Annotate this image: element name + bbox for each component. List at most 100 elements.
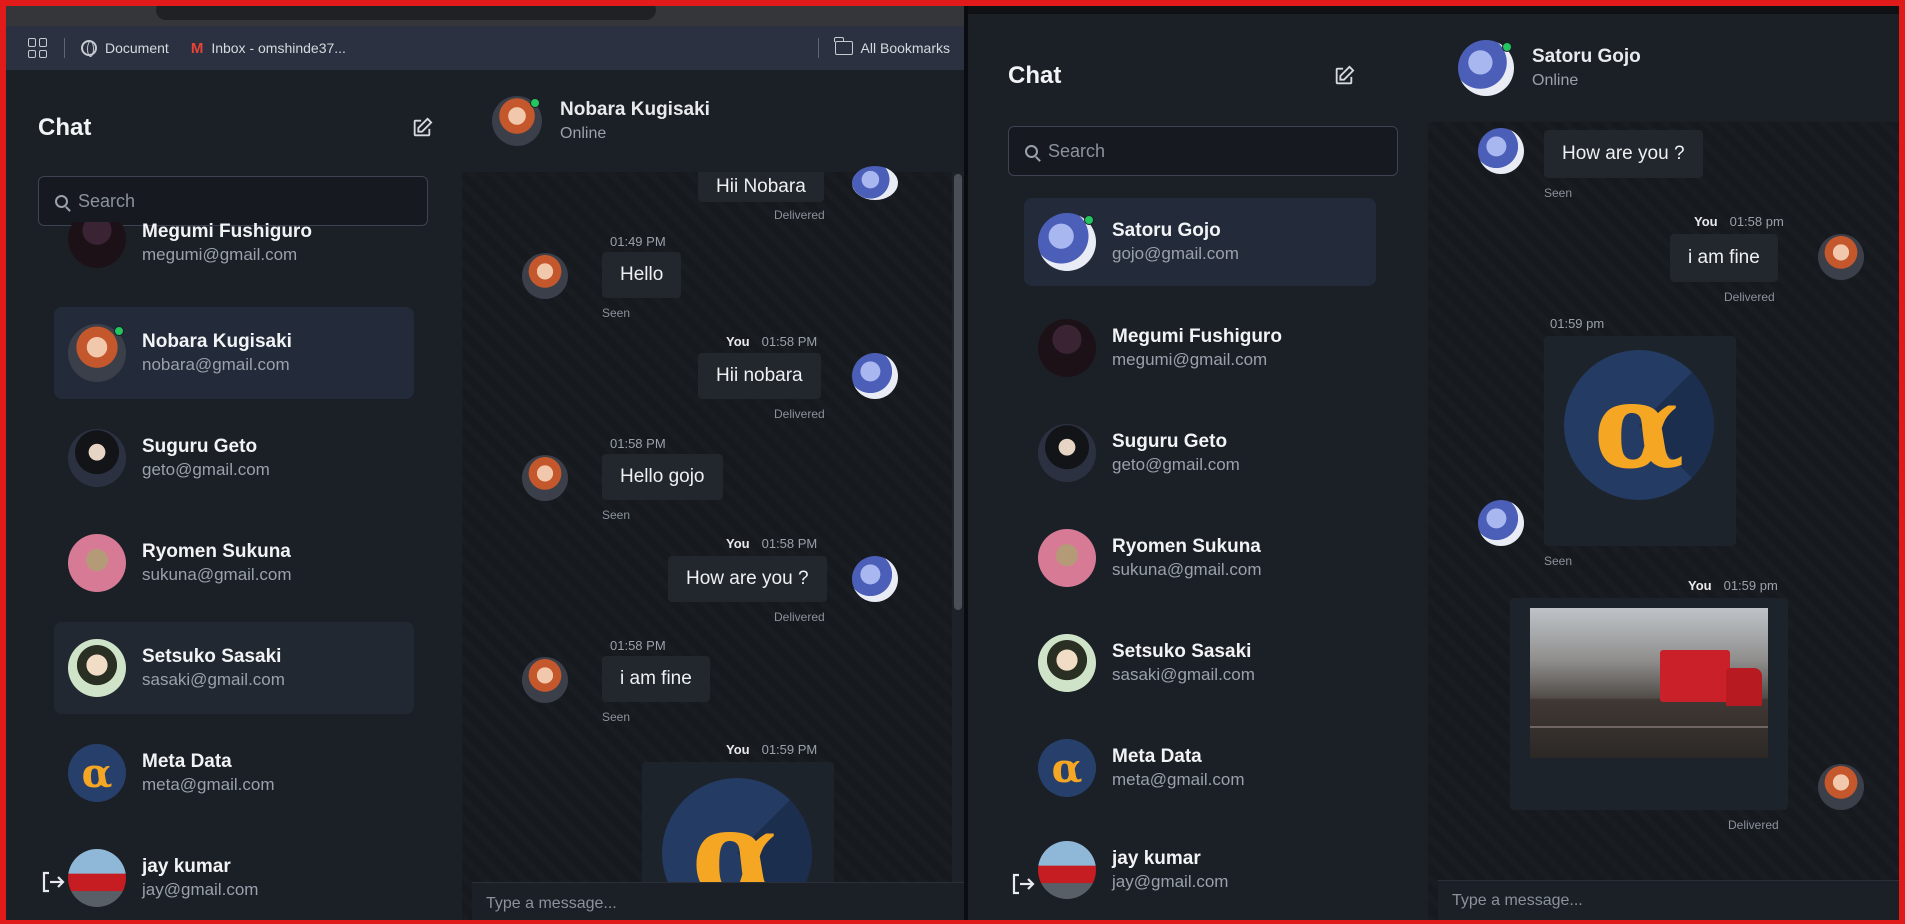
logout-icon[interactable] xyxy=(40,870,66,894)
received-message-bubble: How are you ? xyxy=(1544,130,1703,178)
message-time: 01:58 PM xyxy=(761,334,818,349)
contact-name: Ryomen Sukuna xyxy=(142,540,291,562)
contact-email: geto@gmail.com xyxy=(142,460,270,480)
message-meta: You 01:59 PM xyxy=(726,742,817,757)
bookmark-inbox[interactable]: M Inbox - omshinde37... xyxy=(191,40,346,57)
search-input[interactable]: Search xyxy=(1008,126,1398,176)
search-placeholder: Search xyxy=(78,190,136,211)
avatar xyxy=(68,534,126,592)
sidebar-title: Chat xyxy=(38,114,92,141)
contact-item-sasaki[interactable]: Setsuko Sasaki sasaki@gmail.com xyxy=(1024,619,1376,707)
search-input[interactable]: Search xyxy=(38,176,428,226)
message-sender: You xyxy=(1688,578,1712,593)
avatar xyxy=(1038,841,1096,899)
sidebar-title: Chat xyxy=(1008,62,1062,89)
globe-icon xyxy=(81,40,97,57)
message-input[interactable]: Type a message... xyxy=(1438,880,1899,920)
message-sender: You xyxy=(1694,214,1718,229)
contact-email: sukuna@gmail.com xyxy=(1112,560,1262,580)
chat-header: Nobara Kugisaki Online xyxy=(462,70,964,172)
message-receipt: Delivered xyxy=(1724,290,1775,304)
message-text: How are you ? xyxy=(686,568,809,589)
compose-icon[interactable] xyxy=(411,117,433,139)
alpha-logo-image: α xyxy=(1564,350,1714,500)
apps-grid-icon[interactable] xyxy=(28,38,48,58)
message-receipt: Delivered xyxy=(774,610,825,624)
contact-item-megumi[interactable]: Megumi Fushiguro megumi@gmail.com xyxy=(1024,304,1376,392)
message-sender: You xyxy=(726,742,750,757)
message-receipt: Seen xyxy=(602,508,631,522)
message-input[interactable]: Type a message... xyxy=(472,882,964,920)
contact-email: megumi@gmail.com xyxy=(142,245,298,265)
message-time: 01:59 PM xyxy=(761,742,818,757)
contact-name: Ryomen Sukuna xyxy=(1112,535,1261,557)
contact-email: megumi@gmail.com xyxy=(1112,350,1268,370)
contact-item-gojo[interactable]: Satoru Gojo gojo@gmail.com xyxy=(1024,198,1376,286)
header-status: Online xyxy=(560,125,607,143)
screen: Document M Inbox - omshinde37... All Boo… xyxy=(6,6,1899,920)
message-time: 01:59 pm xyxy=(1723,578,1778,593)
message-time: 01:58 pm xyxy=(1729,214,1784,229)
all-bookmarks-label: All Bookmarks xyxy=(860,40,950,56)
contact-item-geto[interactable]: Suguru Geto geto@gmail.com xyxy=(54,412,414,504)
message-receipt: Delivered xyxy=(774,208,825,222)
alpha-logo-icon: α xyxy=(1038,739,1096,797)
message-meta: You 01:58 PM xyxy=(726,536,817,551)
message-receipt: Seen xyxy=(1544,554,1573,568)
image-message[interactable]: α xyxy=(642,762,834,920)
contact-item-sukuna[interactable]: Ryomen Sukuna sukuna@gmail.com xyxy=(1024,514,1376,602)
avatar xyxy=(68,429,126,487)
contact-email: meta@gmail.com xyxy=(1112,770,1245,790)
contact-item-megumi[interactable]: Megumi Fushiguro megumi@gmail.com xyxy=(54,222,414,278)
message-text: i am fine xyxy=(1688,247,1760,268)
contact-item-nobara[interactable]: Nobara Kugisaki nobara@gmail.com xyxy=(54,307,414,399)
scrollbar-thumb[interactable] xyxy=(954,174,962,610)
avatar xyxy=(1038,213,1096,271)
message-time: 01:59 pm xyxy=(1550,316,1605,331)
truck-photo xyxy=(1530,608,1768,758)
sender-avatar xyxy=(522,253,568,299)
message-text: Hello xyxy=(620,264,664,285)
compose-icon[interactable] xyxy=(1333,65,1355,87)
sent-message-bubble: How are you ? xyxy=(668,556,827,602)
contact-name: Nobara Kugisaki xyxy=(142,330,292,352)
logout-icon[interactable] xyxy=(1010,872,1036,896)
search-icon xyxy=(1025,144,1038,158)
contact-item-meta[interactable]: α Meta Data meta@gmail.com xyxy=(54,727,414,819)
address-bar[interactable] xyxy=(156,6,656,20)
contact-name: Megumi Fushiguro xyxy=(1112,325,1282,347)
right-browser-window: Chat Search Satoru Gojo gojo@gmail.com M… xyxy=(968,6,1899,920)
image-message[interactable]: α xyxy=(1544,336,1736,546)
chat-sidebar: Chat Search Satoru Gojo gojo@gmail.com M… xyxy=(968,14,1398,920)
message-input-placeholder: Type a message... xyxy=(1452,891,1583,909)
contact-item-jay[interactable]: jay kumar jay@gmail.com xyxy=(54,832,414,920)
avatar xyxy=(68,849,126,907)
message-sender: You xyxy=(726,536,750,551)
contact-item-geto[interactable]: Suguru Geto geto@gmail.com xyxy=(1024,409,1376,497)
contact-item-jay[interactable]: jay kumar jay@gmail.com xyxy=(1024,826,1376,914)
header-contact-name: Nobara Kugisaki xyxy=(560,99,710,121)
all-bookmarks-button[interactable]: All Bookmarks xyxy=(817,37,950,58)
contact-name: Suguru Geto xyxy=(142,435,258,457)
browser-tab-strip xyxy=(6,6,964,26)
message-meta: You 01:58 pm xyxy=(1694,214,1784,229)
contact-item-sasaki[interactable]: Setsuko Sasaki sasaki@gmail.com xyxy=(54,622,414,714)
contact-email: meta@gmail.com xyxy=(142,775,275,795)
contact-item-sukuna[interactable]: Ryomen Sukuna sukuna@gmail.com xyxy=(54,517,414,609)
sender-avatar xyxy=(522,455,568,501)
avatar xyxy=(1038,319,1096,377)
gmail-icon: M xyxy=(190,39,204,57)
sender-avatar xyxy=(852,166,898,200)
online-indicator xyxy=(114,326,124,336)
avatar xyxy=(68,222,126,268)
truck-trailer xyxy=(1660,650,1730,702)
sent-message-bubble: Hii Nobara xyxy=(698,172,824,202)
online-indicator xyxy=(530,98,540,108)
contact-email: gojo@gmail.com xyxy=(1112,244,1239,264)
received-message-bubble: Hello xyxy=(602,252,682,298)
contact-item-meta[interactable]: α Meta Data meta@gmail.com xyxy=(1024,724,1376,812)
image-message[interactable] xyxy=(1510,598,1788,810)
chat-panel: Satoru Gojo Online How are you ? Seen Yo… xyxy=(1428,14,1899,920)
message-time: 01:58 PM xyxy=(610,436,666,451)
bookmark-document[interactable]: Document xyxy=(81,40,169,57)
